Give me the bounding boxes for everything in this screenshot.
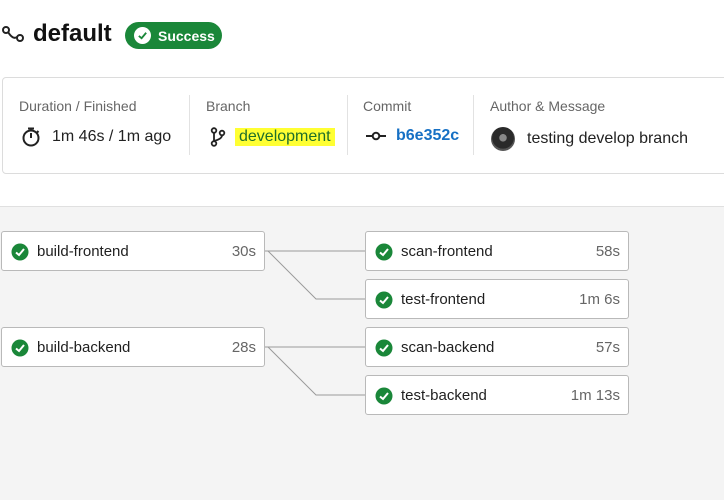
status-badge: Success: [125, 22, 222, 49]
job-name: build-backend: [37, 339, 131, 356]
job-duration: 57s: [595, 339, 620, 356]
build-info-card: Duration / Finished 1m 46s / 1m ago Bran…: [2, 77, 724, 174]
job-test-frontend[interactable]: test-frontend 1m 6s: [365, 279, 629, 319]
job-name: build-frontend: [37, 243, 129, 260]
success-check-icon: [375, 387, 393, 405]
job-scan-backend[interactable]: scan-backend 57s: [365, 327, 629, 367]
author-value-row: testing develop branch: [490, 127, 688, 151]
author-label: Author & Message: [490, 98, 606, 114]
job-duration: 28s: [231, 339, 256, 356]
duration-value: 1m 46s / 1m ago: [52, 128, 172, 145]
success-check-icon: [11, 339, 29, 357]
success-check-icon: [375, 291, 393, 309]
duration-label: Duration / Finished: [19, 98, 137, 114]
commit-link[interactable]: b6e352c: [396, 127, 459, 145]
job-duration: 1m 6s: [579, 291, 620, 308]
job-build-backend[interactable]: build-backend 28s: [1, 327, 265, 367]
avatar: [491, 127, 515, 151]
separator: [189, 95, 190, 155]
branch-link[interactable]: development: [235, 128, 335, 146]
success-check-icon: [375, 339, 393, 357]
job-build-frontend[interactable]: build-frontend 30s: [1, 231, 265, 271]
stopwatch-icon: [22, 127, 40, 147]
job-test-backend[interactable]: test-backend 1m 13s: [365, 375, 629, 415]
commit-value-row: b6e352c: [363, 127, 459, 145]
git-branch-icon: [210, 127, 226, 147]
pipeline-graph: build-frontend 30s scan-frontend 58s tes…: [0, 207, 724, 500]
job-scan-frontend[interactable]: scan-frontend 58s: [365, 231, 629, 271]
separator: [473, 95, 474, 155]
duration-value-row: 1m 46s / 1m ago: [19, 127, 171, 147]
branch-label: Branch: [206, 98, 251, 114]
job-duration: 30s: [231, 243, 256, 260]
page-header: default Success: [0, 0, 724, 72]
branch-value-row: development: [206, 127, 335, 147]
pipeline-icon: [2, 26, 24, 42]
job-duration: 1m 13s: [570, 387, 620, 404]
page-title: default: [33, 20, 112, 47]
commit-message: testing develop branch: [527, 130, 688, 147]
check-icon: [134, 27, 151, 44]
status-badge-label: Success: [158, 27, 215, 44]
git-commit-icon: [366, 131, 386, 141]
job-name: scan-frontend: [401, 243, 493, 260]
success-check-icon: [11, 243, 29, 261]
job-name: scan-backend: [401, 339, 495, 356]
job-name: test-backend: [401, 387, 487, 404]
separator: [347, 95, 348, 155]
commit-label: Commit: [363, 98, 412, 114]
job-name: test-frontend: [401, 291, 486, 308]
success-check-icon: [375, 243, 393, 261]
job-duration: 58s: [595, 243, 620, 260]
